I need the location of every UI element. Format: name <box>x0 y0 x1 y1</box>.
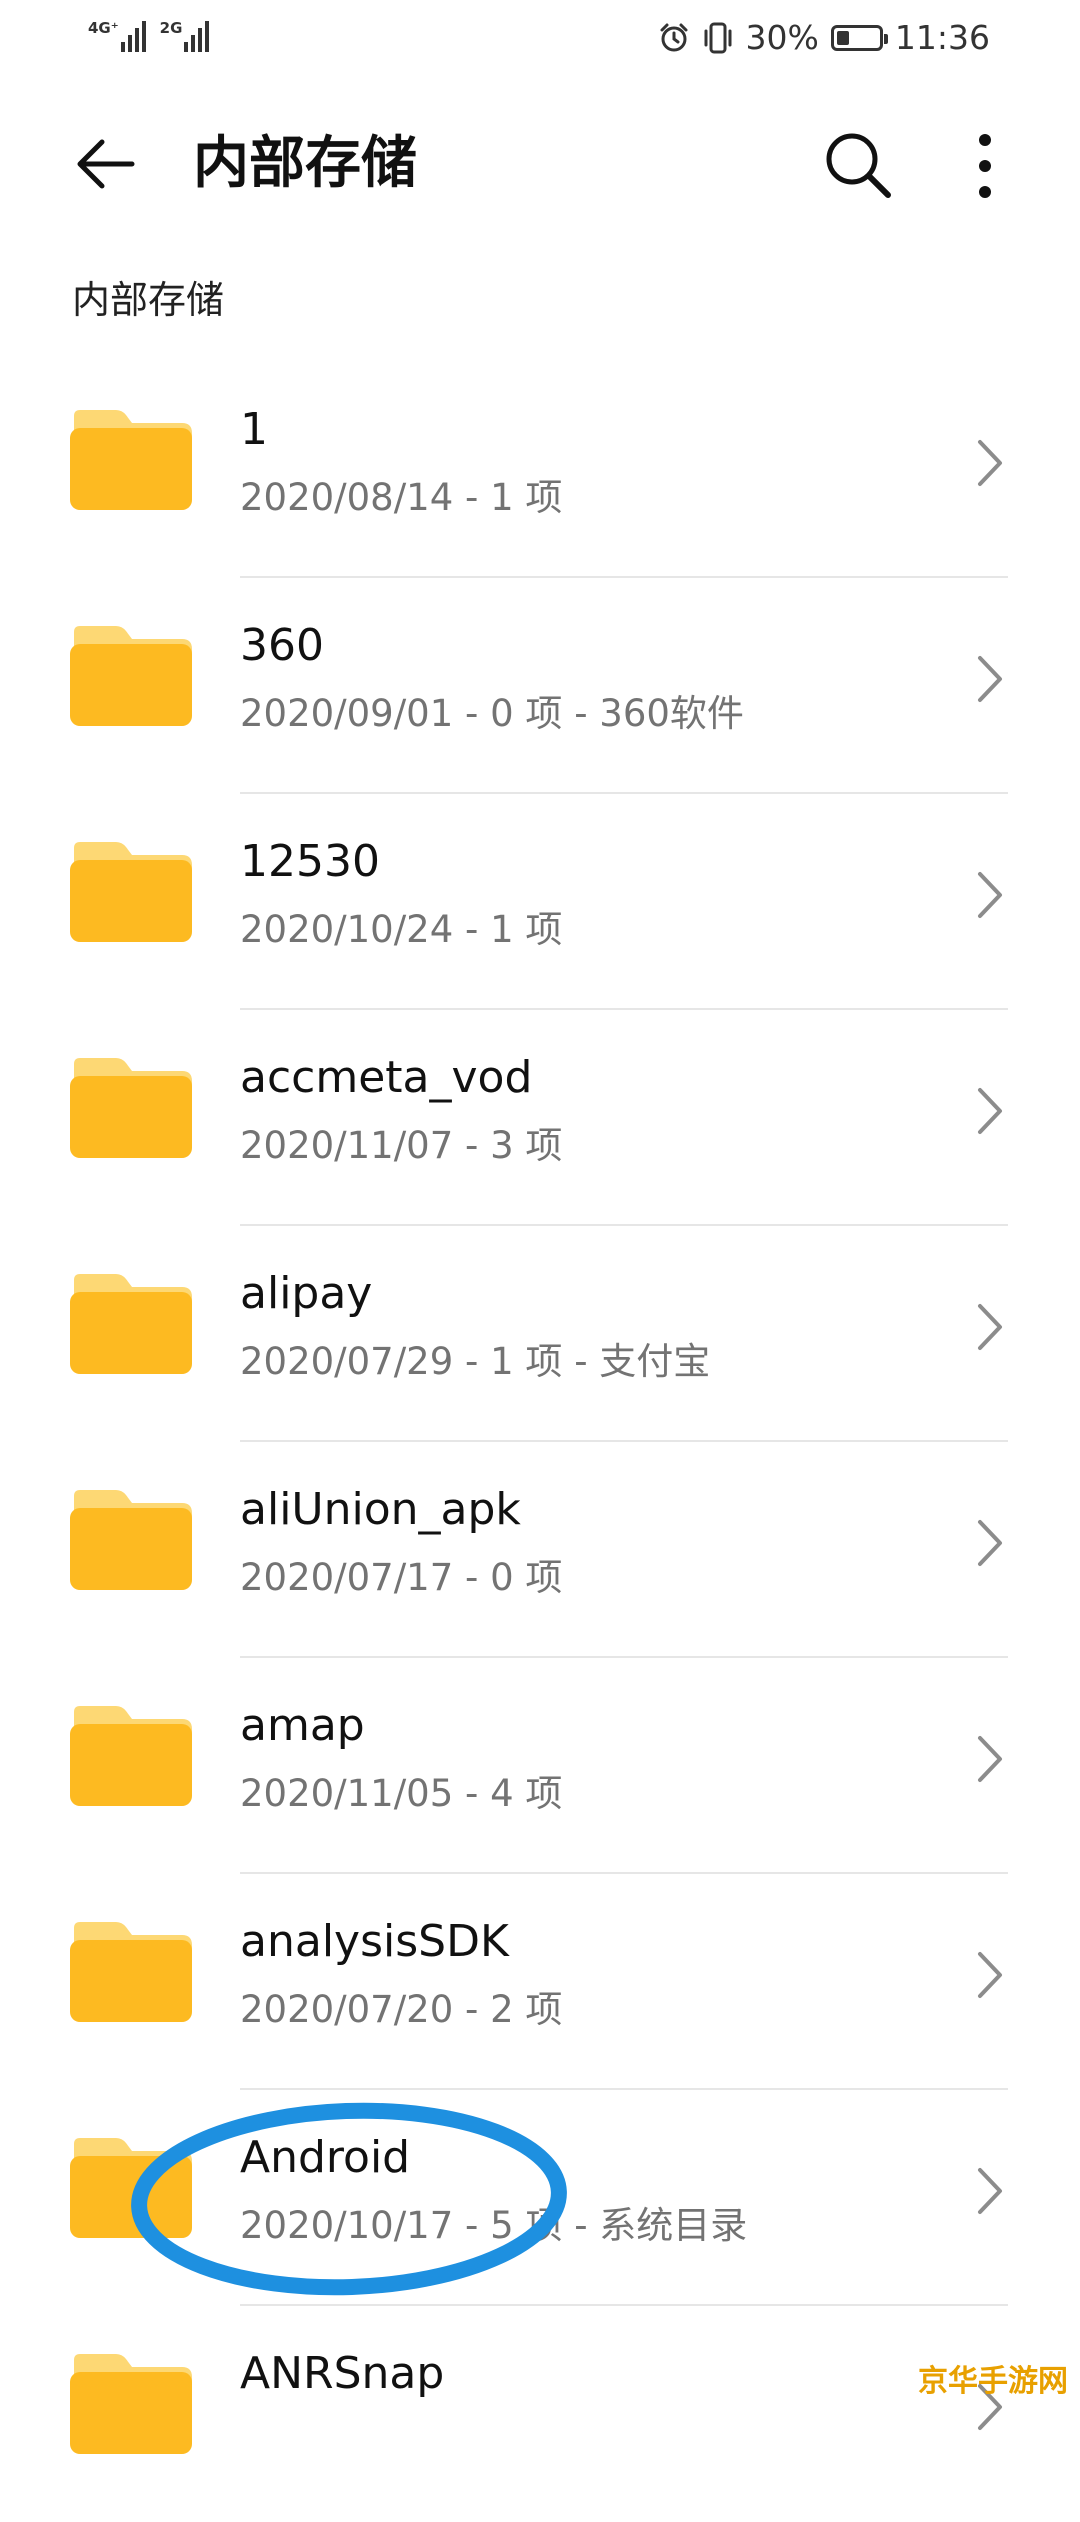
more-options-button[interactable] <box>960 126 1010 206</box>
folder-icon <box>70 1274 192 1374</box>
chevron-right-icon <box>978 1088 1002 1134</box>
battery-percent: 30% <box>745 18 819 57</box>
signal-bars-icon <box>184 18 210 52</box>
chevron-right-icon <box>978 872 1002 918</box>
chevron-right-icon <box>978 440 1002 486</box>
status-bar: 4G⁺ 2G 30% 11:36 <box>0 0 1080 78</box>
vibrate-icon <box>704 22 732 53</box>
folder-name: aliUnion_apk <box>240 1484 521 1535</box>
folder-icon <box>70 410 192 510</box>
folder-name: analysisSDK <box>240 1916 509 1967</box>
battery-level <box>836 30 849 45</box>
folder-icon <box>70 842 192 942</box>
signal-2g: 2G <box>160 18 210 52</box>
folder-meta: 2020/07/29 - 1 项 - 支付宝 <box>240 1340 711 1383</box>
network-indicators: 4G⁺ 2G <box>88 18 210 52</box>
watermark: 京华手游网 <box>918 2364 1068 2399</box>
folder-row-0[interactable]: 1 2020/08/14 - 1 项 <box>0 362 1080 578</box>
folder-name: Android <box>240 2132 411 2183</box>
folder-meta: 2020/11/05 - 4 项 <box>240 1772 563 1815</box>
folder-icon <box>70 1058 192 1158</box>
chevron-right-icon <box>978 656 1002 702</box>
folder-icon <box>70 1706 192 1806</box>
page-title: 内部存储 <box>193 131 417 196</box>
folder-icon <box>70 1922 192 2022</box>
folder-row-8[interactable]: Android 2020/10/17 - 5 项 - 系统目录 <box>0 2090 1080 2306</box>
folder-icon <box>70 2138 192 2238</box>
chevron-right-icon <box>978 1520 1002 1566</box>
network-type-label: 2G <box>159 19 183 37</box>
folder-row-5[interactable]: aliUnion_apk 2020/07/17 - 0 项 <box>0 1442 1080 1658</box>
back-arrow-icon <box>77 139 135 189</box>
search-icon <box>826 133 891 198</box>
folder-name: 1 <box>240 404 268 455</box>
folder-icon <box>70 626 192 726</box>
folder-name: accmeta_vod <box>240 1052 533 1103</box>
folder-meta: 2020/09/01 - 0 项 - 360软件 <box>240 692 744 735</box>
battery-icon <box>830 24 888 51</box>
signal-4g: 4G⁺ <box>88 18 146 52</box>
chevron-right-icon <box>978 1952 1002 1998</box>
folder-icon <box>70 1490 192 1590</box>
folder-row-7[interactable]: analysisSDK 2020/07/20 - 2 项 <box>0 1874 1080 2090</box>
search-button[interactable] <box>818 125 898 205</box>
folder-row-6[interactable]: amap 2020/11/05 - 4 项 <box>0 1658 1080 1874</box>
folder-name: ANRSnap <box>240 2348 445 2399</box>
network-type-label: 4G⁺ <box>88 19 119 37</box>
folder-name: alipay <box>240 1268 373 1319</box>
folder-name: amap <box>240 1700 365 1751</box>
status-right: 30% 11:36 <box>658 18 990 57</box>
folder-row-1[interactable]: 360 2020/09/01 - 0 项 - 360软件 <box>0 578 1080 794</box>
alarm-icon <box>660 23 688 51</box>
chevron-right-icon <box>978 1304 1002 1350</box>
folder-name: 360 <box>240 620 324 671</box>
signal-bars-icon <box>120 18 146 52</box>
back-button[interactable] <box>70 128 142 200</box>
folder-meta: 2020/07/20 - 2 项 <box>240 1988 563 2031</box>
folder-meta: 2020/11/07 - 3 项 <box>240 1124 563 1167</box>
folder-meta: 2020/08/14 - 1 项 <box>240 476 563 519</box>
clock: 11:36 <box>894 18 990 57</box>
chevron-right-icon <box>978 2168 1002 2214</box>
folder-name: 12530 <box>240 836 380 887</box>
folder-meta: 2020/07/17 - 0 项 <box>240 1556 563 1599</box>
breadcrumb[interactable]: 内部存储 <box>72 272 224 328</box>
file-list: 1 2020/08/14 - 1 项 360 2020/09/01 - 0 项 … <box>0 362 1080 2522</box>
folder-icon <box>70 2354 192 2454</box>
folder-row-4[interactable]: alipay 2020/07/29 - 1 项 - 支付宝 <box>0 1226 1080 1442</box>
folder-row-9[interactable]: ANRSnap <box>0 2306 1080 2522</box>
chevron-right-icon <box>978 1736 1002 1782</box>
app-bar: 内部存储 <box>0 100 1080 230</box>
folder-row-2[interactable]: 12530 2020/10/24 - 1 项 <box>0 794 1080 1010</box>
more-vertical-icon <box>979 134 991 198</box>
folder-meta: 2020/10/17 - 5 项 - 系统目录 <box>240 2204 748 2247</box>
folder-row-3[interactable]: accmeta_vod 2020/11/07 - 3 项 <box>0 1010 1080 1226</box>
folder-meta: 2020/10/24 - 1 项 <box>240 908 563 951</box>
